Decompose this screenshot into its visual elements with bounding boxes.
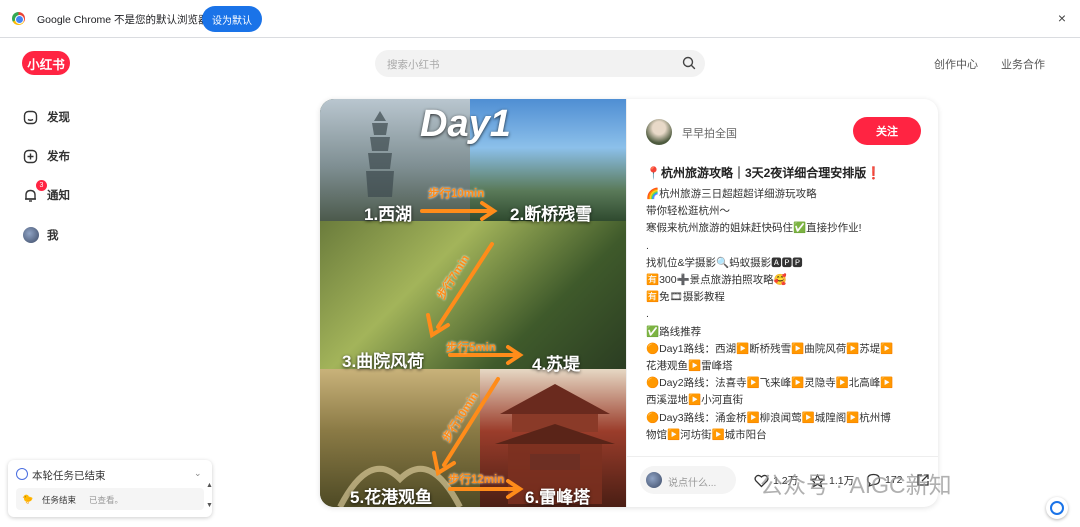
walk-time-label: 步行10min (428, 188, 485, 200)
banner-message: Google Chrome 不是您的默认浏览器 (37, 14, 209, 26)
assistant-icon (1050, 501, 1064, 515)
notification-badge: 3 (36, 179, 47, 191)
follow-button[interactable]: 关注 (853, 117, 921, 145)
note-title: 📍杭州旅游攻略｜3天2夜详细合理安排版❗ (646, 166, 882, 180)
note-line: 物馆▶️河坊街▶️城市阳台 (646, 428, 767, 441)
note-line: ✅路线推荐 (646, 325, 702, 338)
comment-placeholder: 说点什么... (668, 478, 717, 489)
author-avatar[interactable] (646, 119, 672, 145)
chrome-logo-icon (12, 12, 25, 25)
note-line: 🟠Day2路线：法喜寺▶️飞来峰▶️灵隐寺▶️北高峰▶️ (646, 377, 894, 390)
note-line: 🌈杭州旅游三日超超超详细游玩攻略 (646, 188, 817, 200)
author-name[interactable]: 早早拍全国 (682, 125, 737, 141)
xiaohongshu-logo[interactable]: 小红书 (22, 51, 70, 75)
bell-icon: 3 (22, 179, 47, 204)
search-icon[interactable] (682, 56, 696, 70)
sidebar-item-discover[interactable]: 发现 (22, 107, 142, 127)
card-divider (626, 99, 627, 507)
assistant-float-button[interactable] (1046, 497, 1068, 519)
note-line: 🟠Day1路线：西湖▶️断桥残雪▶️曲院风荷▶️苏堤▶️ (646, 342, 894, 355)
nav-business[interactable]: 业务合作 (1001, 56, 1045, 72)
avatar-icon (22, 227, 39, 244)
sidebar-item-label: 发布 (47, 151, 70, 163)
comment-input[interactable]: 说点什么... (640, 466, 736, 494)
default-browser-banner: Google Chrome 不是您的默认浏览器 设为默认 × (0, 0, 1080, 38)
note-line: 🈶免🎞摄影教程 (646, 291, 725, 304)
route-arrows (420, 201, 524, 499)
task-row-detail: 已查看。 (89, 495, 124, 505)
walk-time-label: 步行12min (448, 474, 505, 486)
note-line: 🟠Day3路线：涌金桥▶️柳浪闻莺▶️城隍阁▶️杭州博 (646, 411, 891, 424)
note-line: 带你轻松逛杭州～ (646, 205, 730, 218)
sidebar-item-notifications[interactable]: 3 通知 (22, 179, 142, 205)
note-line: 🈶300➕景点旅游拍照攻略🥰 (646, 274, 787, 287)
sidebar-item-label: 通知 (47, 190, 70, 202)
task-status-icon (16, 468, 28, 480)
search-input[interactable]: 搜索小红书 (375, 50, 705, 77)
sidebar-item-me[interactable]: 我 (22, 225, 142, 245)
note-line: 找机位&学摄影🔍蚂蚁摄影🅰🅿🅿 (646, 256, 803, 269)
home-icon (22, 109, 39, 126)
set-default-button[interactable]: 设为默认 (202, 6, 262, 32)
note-line: . (646, 239, 649, 252)
nav-creator-center[interactable]: 创作中心 (934, 56, 978, 72)
walk-time-label: 步行5min (446, 342, 496, 354)
task-row: 🐤 任务结束 已查看。 (16, 488, 204, 510)
note-photo[interactable]: Day1 1.西湖 2.断桥残雪 3.曲院风荷 4.苏堤 5.花港观鱼 6.雷峰… (320, 99, 626, 507)
note-line: 花港观鱼▶️雷峰塔 (646, 360, 733, 373)
search-placeholder: 搜索小红书 (387, 59, 440, 71)
sidebar-item-publish[interactable]: 发布 (22, 146, 142, 166)
chevron-down-icon[interactable]: ⌄ (194, 468, 202, 479)
note-line: 西溪湿地▶️小河直街 (646, 394, 744, 407)
plus-square-icon (22, 148, 39, 165)
note-body: 🌈杭州旅游三日超超超详细游玩攻略 带你轻松逛杭州～ 寒假来杭州旅游的姐妹赶快码住… (646, 186, 930, 448)
task-title: 本轮任务已结束 (32, 470, 106, 482)
scroll-down-icon[interactable]: ▼ (206, 502, 213, 509)
watermark-text: 公众号 · AIGC新知 (760, 472, 952, 498)
task-panel: 本轮任务已结束 ⌄ 🐤 任务结束 已查看。 ▲ ▼ (8, 460, 213, 517)
note-line: 寒假来杭州旅游的姐妹赶快码住✅直接抄作业! (646, 222, 862, 235)
sidebar-item-label: 发现 (47, 112, 70, 124)
scroll-up-icon[interactable]: ▲ (206, 482, 213, 489)
sidebar-item-label: 我 (47, 230, 59, 242)
task-row-status: 任务结束 (42, 495, 77, 505)
note-card: Day1 1.西湖 2.断桥残雪 3.曲院风荷 4.苏堤 5.花港观鱼 6.雷峰… (320, 99, 938, 507)
note-line: . (646, 308, 649, 321)
comment-avatar (646, 472, 662, 488)
close-icon[interactable]: × (1054, 10, 1070, 26)
task-row-icon: 🐤 (22, 494, 34, 504)
